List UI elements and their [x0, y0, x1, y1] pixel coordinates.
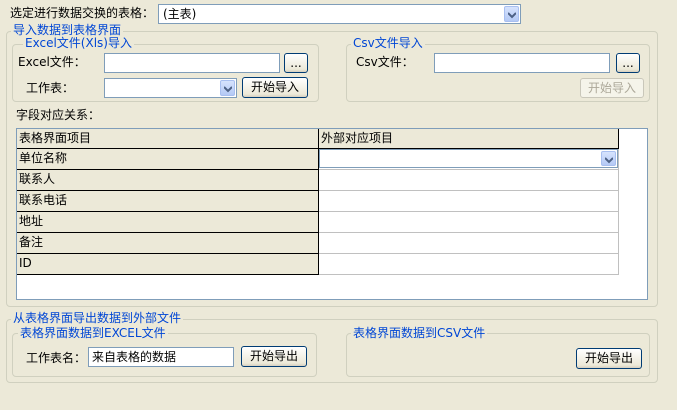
csv-file-input[interactable] [434, 53, 610, 73]
export-sheet-input[interactable]: 来自表格的数据 [88, 347, 234, 367]
grid-row-right[interactable] [319, 212, 619, 233]
grid-row-left: 联系电话 [17, 191, 319, 212]
chevron-down-icon[interactable] [601, 151, 616, 166]
grid-row-left: 备注 [17, 233, 319, 254]
csv-browse-button[interactable]: ... [616, 53, 640, 73]
export-group-title: 从表格界面导出数据到外部文件 [11, 311, 184, 325]
grid-row-left: ID [17, 254, 319, 275]
grid-row-left: 单位名称 [17, 149, 319, 170]
grid-row-right[interactable] [319, 233, 619, 254]
grid-header-left: 表格界面项目 [17, 129, 319, 149]
mapping-label: 字段对应关系： [16, 108, 101, 122]
chevron-down-icon[interactable] [504, 6, 519, 22]
csv-export-button[interactable]: 开始导出 [576, 348, 642, 369]
grid-row-left: 联系人 [17, 170, 319, 191]
mapping-grid[interactable]: 表格界面项目 外部对应项目 单位名称 联系人 联系电话 地址 备注 ID [16, 128, 648, 300]
csv-import-title: Csv文件导入 [351, 36, 425, 50]
csv-export-title: 表格界面数据到CSV文件 [351, 326, 488, 340]
excel-export-title: 表格界面数据到EXCEL文件 [18, 326, 168, 340]
field-map-select[interactable] [319, 149, 618, 168]
excel-import-button[interactable]: 开始导入 [242, 77, 308, 98]
grid-row-right[interactable] [319, 170, 619, 191]
grid-row-right-dropdown[interactable] [319, 149, 619, 170]
table-select[interactable]: (主表) [158, 4, 521, 24]
csv-file-label: Csv文件： [356, 55, 414, 69]
grid-row-left: 地址 [17, 212, 319, 233]
excel-import-title: Excel文件(Xls)导入 [23, 36, 134, 50]
excel-export-button[interactable]: 开始导出 [241, 346, 307, 367]
table-select-value: (主表) [163, 7, 197, 21]
grid-row-right[interactable] [319, 254, 619, 275]
grid-row-right[interactable] [319, 191, 619, 212]
sheet-label: 工作表： [26, 81, 75, 95]
table-select-label: 选定进行数据交换的表格： [10, 6, 155, 20]
sheet-select[interactable] [104, 78, 237, 98]
csv-import-button[interactable]: 开始导入 [580, 78, 644, 98]
excel-file-label: Excel文件： [18, 55, 86, 69]
export-sheet-label: 工作表名： [26, 351, 87, 365]
chevron-down-icon[interactable] [220, 80, 235, 96]
excel-browse-button[interactable]: ... [284, 53, 308, 73]
excel-file-input[interactable] [104, 53, 280, 73]
grid-header-right: 外部对应项目 [319, 129, 619, 149]
